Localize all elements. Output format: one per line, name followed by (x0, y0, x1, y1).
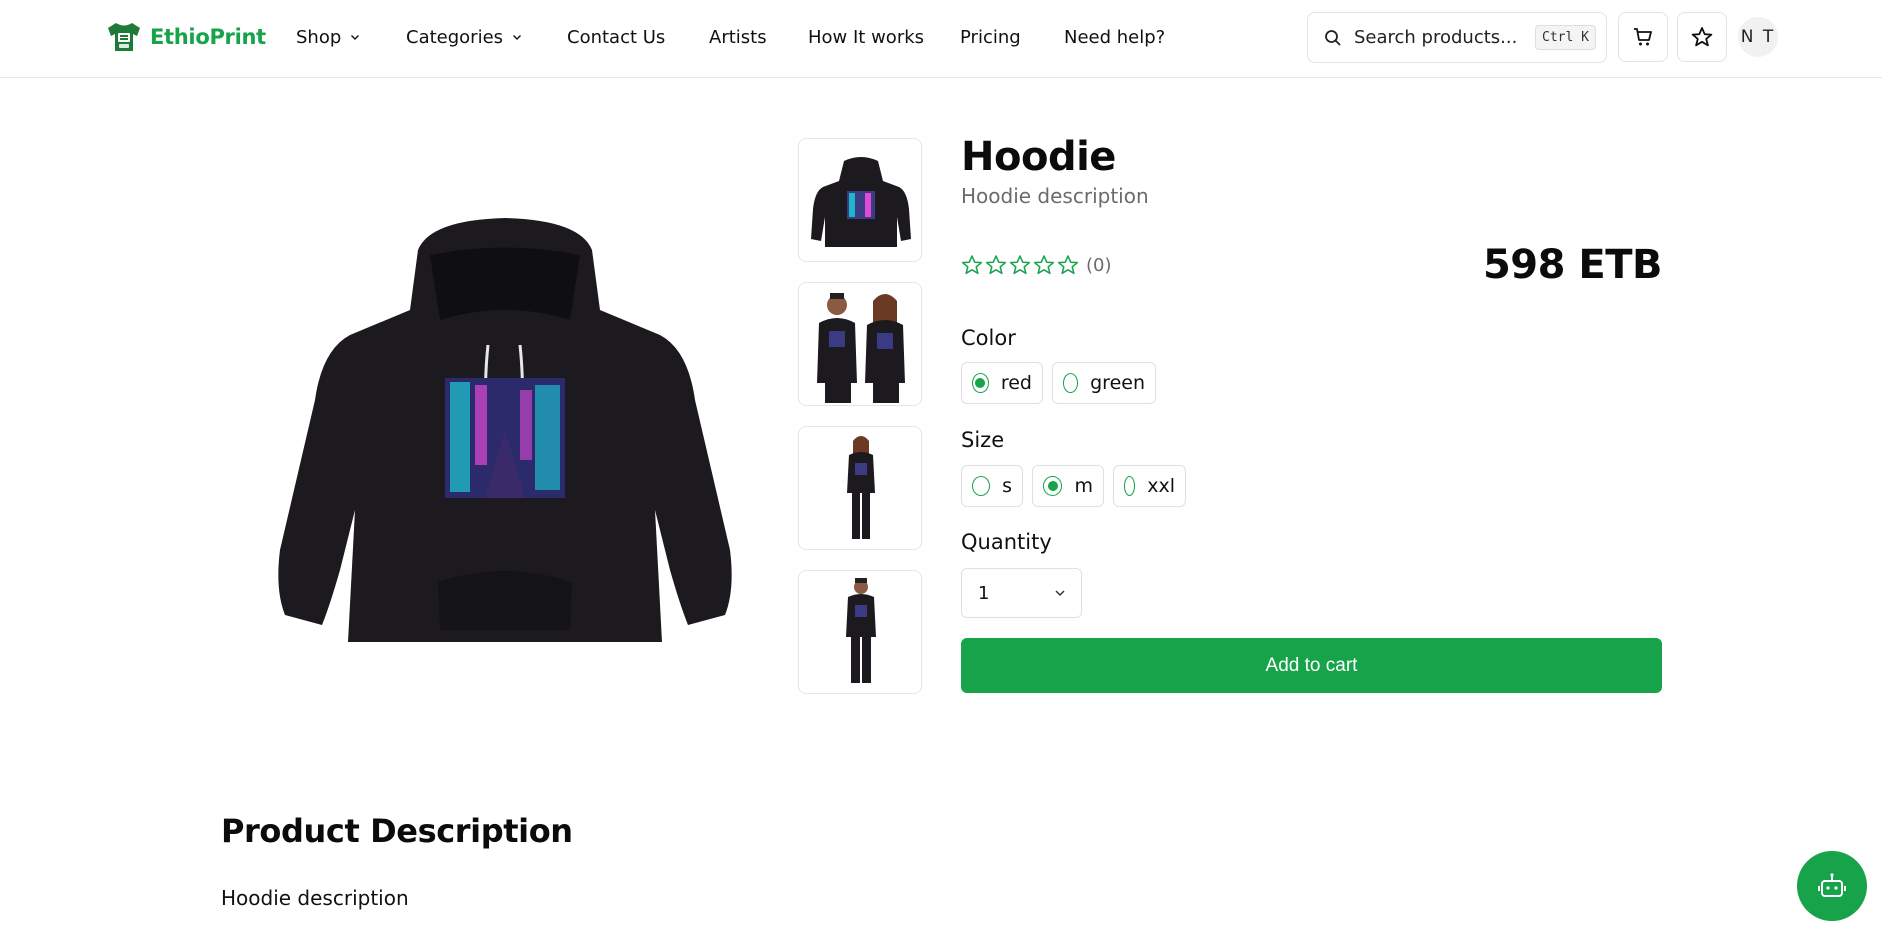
add-to-cart-button[interactable]: Add to cart (961, 638, 1662, 693)
nav-categories[interactable]: Categories (406, 24, 523, 50)
tshirt-logo-icon (108, 23, 140, 51)
size-option-s[interactable]: s (961, 465, 1023, 507)
search-icon (1325, 29, 1341, 46)
thumbnail-woman-image (847, 436, 875, 539)
description-heading: Product Description (221, 812, 573, 850)
radio-unselected (972, 476, 991, 496)
nav-how-it-works[interactable]: How It works (808, 24, 924, 50)
size-option-xxl[interactable]: xxl (1113, 465, 1186, 507)
quantity-select[interactable]: 1 (961, 568, 1082, 618)
product-price: 598 ETB (1482, 242, 1663, 288)
search-button[interactable]: Search products... Ctrl K (1307, 12, 1607, 63)
brand-logo[interactable]: EthioPrint (104, 16, 266, 58)
top-header: EthioPrint Shop Categories Contact Us Ar… (0, 0, 1882, 78)
wishlist-button[interactable] (1677, 12, 1727, 62)
thumbnail-couple-image (817, 293, 905, 403)
thumbnail-3[interactable] (798, 426, 922, 550)
star-outline-icon (985, 255, 1007, 275)
color-label: Color (961, 326, 1016, 350)
search-placeholder: Search products... (1354, 27, 1518, 48)
nav-artists[interactable]: Artists (709, 24, 767, 50)
color-option-label: green (1090, 372, 1145, 394)
thumbnail-hoodie-image (811, 157, 911, 247)
nav-categories-label: Categories (406, 26, 504, 48)
chevron-down-icon (513, 35, 522, 40)
product-title: Hoodie (961, 134, 1116, 180)
chevron-down-icon (1055, 590, 1065, 597)
product-subtitle: Hoodie description (961, 184, 1149, 208)
star-outline-icon (1057, 255, 1079, 275)
size-option-label: s (1002, 475, 1012, 497)
chevron-down-icon (351, 35, 360, 40)
cart-icon (1634, 28, 1652, 46)
rating-stars (961, 254, 1079, 276)
user-avatar[interactable]: N T (1738, 17, 1778, 57)
color-option-red[interactable]: red (961, 362, 1043, 404)
radio-selected (1043, 476, 1063, 496)
nav-shop-label: Shop (296, 26, 342, 48)
thumbnail-2[interactable] (798, 282, 922, 406)
chat-assistant-button[interactable] (1797, 851, 1867, 921)
quantity-value: 1 (978, 582, 990, 604)
color-option-label: red (1000, 372, 1032, 394)
review-count: (0) (1086, 255, 1112, 276)
nav-contact[interactable]: Contact Us (567, 24, 665, 50)
thumbnail-1[interactable] (798, 138, 922, 262)
quantity-label: Quantity (961, 530, 1052, 554)
robot-icon (1818, 873, 1846, 897)
star-outline-icon (961, 255, 983, 275)
nav-need-help[interactable]: Need help? (1064, 24, 1165, 50)
star-outline-icon (1033, 255, 1055, 275)
radio-selected (972, 373, 989, 393)
star-icon (1691, 27, 1713, 47)
size-label: Size (961, 428, 1005, 452)
thumbnail-man-image (846, 578, 876, 683)
brand-name: EthioPrint (150, 25, 266, 49)
description-text: Hoodie description (221, 886, 409, 910)
cart-button[interactable] (1618, 12, 1668, 62)
radio-unselected (1124, 476, 1136, 496)
product-main-image (278, 218, 732, 642)
size-option-m[interactable]: m (1032, 465, 1104, 507)
nav-pricing[interactable]: Pricing (960, 24, 1021, 50)
radio-unselected (1063, 373, 1079, 393)
size-option-label: xxl (1147, 475, 1175, 497)
color-option-green[interactable]: green (1052, 362, 1156, 404)
search-shortcut: Ctrl K (1535, 25, 1596, 50)
size-option-label: m (1074, 475, 1093, 497)
nav-shop[interactable]: Shop (296, 24, 361, 50)
thumbnail-4[interactable] (798, 570, 922, 694)
star-outline-icon (1009, 255, 1031, 275)
